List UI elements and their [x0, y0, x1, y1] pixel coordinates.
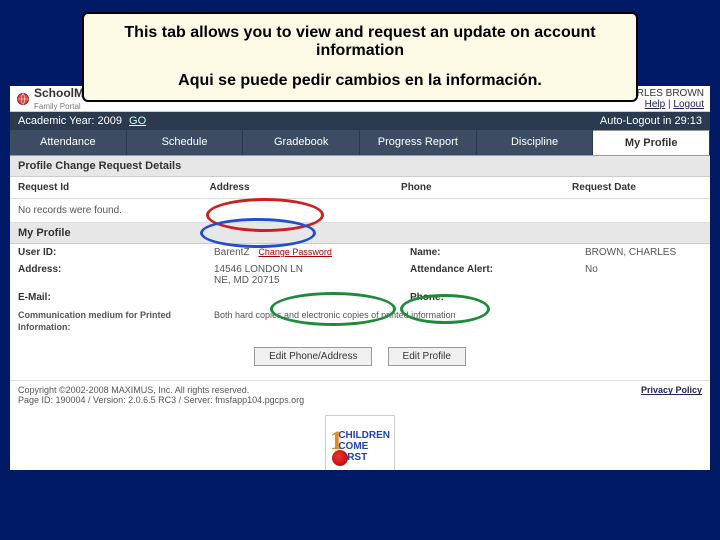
instruction-callout: This tab allows you to view and request …: [82, 12, 638, 102]
edit-profile-button[interactable]: Edit Profile: [388, 347, 466, 366]
year-bar: Academic Year: 2009 GO Auto-Logout in 29…: [10, 112, 710, 130]
col-request-id: Request Id: [18, 182, 210, 193]
name-label: Name:: [402, 244, 577, 261]
pcrd-columns: Request Id Address Phone Request Date: [10, 177, 710, 199]
tab-schedule[interactable]: Schedule: [127, 130, 244, 155]
section-pcrd: Profile Change Request Details: [10, 156, 710, 177]
button-row: Edit Phone/Address Edit Profile: [10, 337, 710, 380]
user-id-text: BarentZ: [214, 247, 250, 258]
main-tabs: Attendance Schedule Gradebook Progress R…: [10, 130, 710, 156]
help-link[interactable]: Help: [645, 99, 666, 110]
footer-right: Privacy Policy: [641, 385, 702, 395]
tab-progress-report[interactable]: Progress Report: [360, 130, 477, 155]
tab-attendance[interactable]: Attendance: [10, 130, 127, 155]
user-id-value: BarentZ Change Password: [206, 244, 402, 261]
comm-label: Communication medium for Printed Informa…: [10, 306, 206, 337]
address-line2: NE, MD 20715: [214, 275, 280, 286]
phone-label: Phone:: [402, 289, 577, 306]
logout-link[interactable]: Logout: [673, 99, 704, 110]
address-line1: 14546 LONDON LN: [214, 264, 303, 275]
alert-label: Attendance Alert:: [402, 261, 577, 289]
alert-value: No: [577, 261, 710, 289]
page-id: Page ID: 190004 / Version: 2.0.6.5 RC3 /…: [18, 395, 304, 405]
phone-value: [577, 289, 710, 306]
callout-line2: Aqui se puede pedir cambios en la inform…: [102, 72, 618, 90]
auto-logout: Auto-Logout in 29:13: [600, 115, 702, 127]
footer: Copyright ©2002-2008 MAXIMUS, Inc. All r…: [10, 380, 710, 409]
user-id-label: User ID:: [10, 244, 206, 261]
brand-sub: Family Portal: [34, 102, 81, 111]
name-value: BROWN, CHARLES: [577, 244, 710, 261]
globe-icon: [16, 92, 30, 106]
academic-year: Academic Year: 2009: [18, 115, 122, 127]
edit-phone-address-button[interactable]: Edit Phone/Address: [254, 347, 372, 366]
tab-my-profile[interactable]: My Profile: [593, 130, 710, 155]
col-request-date: Request Date: [572, 182, 702, 193]
address-value: 14546 LONDON LN NE, MD 20715: [206, 261, 402, 289]
address-label: Address:: [10, 261, 206, 289]
footer-left: Copyright ©2002-2008 MAXIMUS, Inc. All r…: [18, 385, 304, 405]
privacy-policy-link[interactable]: Privacy Policy: [641, 385, 702, 395]
logo-children: CHILDREN: [338, 430, 390, 441]
profile-grid: User ID: BarentZ Change Password Name: B…: [10, 244, 710, 306]
col-address: Address: [210, 182, 402, 193]
children-come-first-logo: 1 CHILDREN COME FIRST: [10, 415, 710, 470]
col-phone: Phone: [401, 182, 572, 193]
apple-icon: [332, 450, 348, 466]
app-window: SchoolMax Family Portal CHARLES BROWN He…: [10, 86, 710, 470]
go-link[interactable]: GO: [129, 115, 146, 127]
email-label: E-Mail:: [10, 289, 206, 306]
copyright: Copyright ©2002-2008 MAXIMUS, Inc. All r…: [18, 385, 304, 395]
no-records-msg: No records were found.: [10, 199, 710, 223]
tab-gradebook[interactable]: Gradebook: [243, 130, 360, 155]
change-password-link[interactable]: Change Password: [258, 247, 332, 257]
callout-line1: This tab allows you to view and request …: [102, 24, 618, 60]
section-my-profile: My Profile: [10, 223, 710, 244]
comm-value: Both hard copies and electronic copies o…: [206, 306, 486, 337]
email-value: [206, 289, 402, 306]
tab-discipline[interactable]: Discipline: [477, 130, 594, 155]
